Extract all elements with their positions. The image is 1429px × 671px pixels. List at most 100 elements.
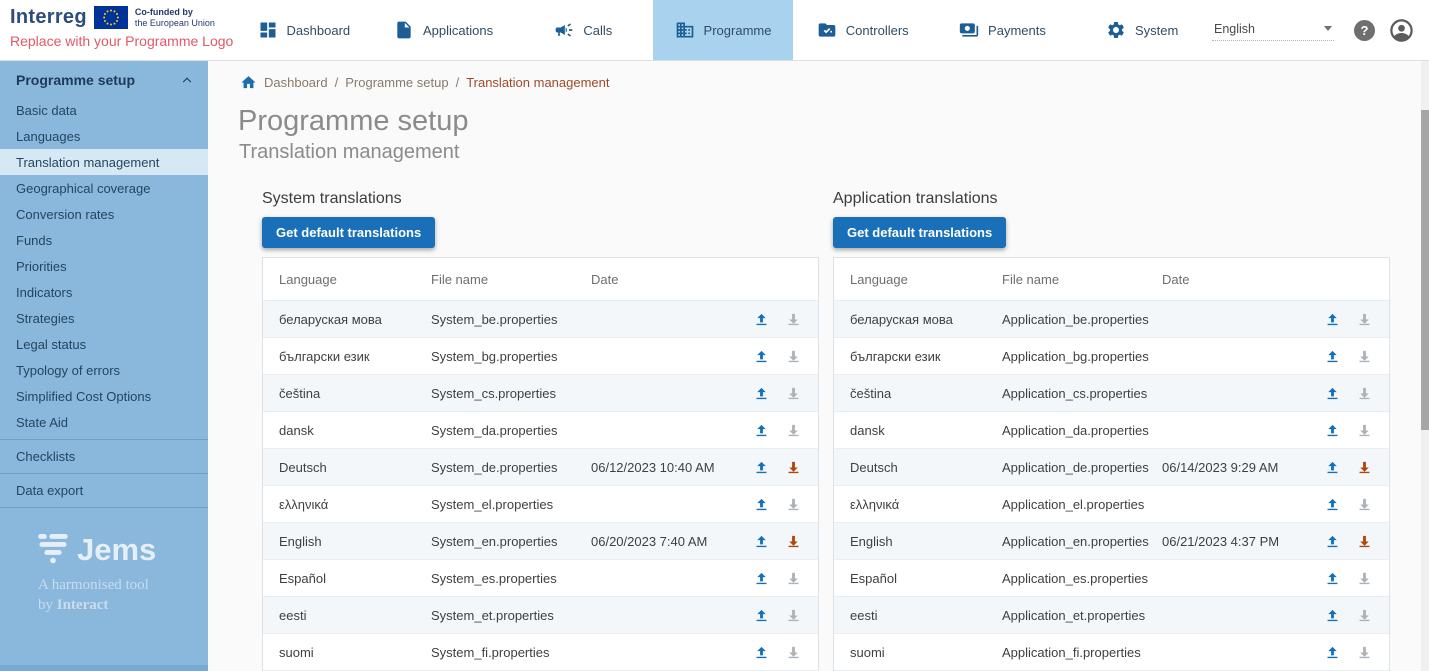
upload-button[interactable] xyxy=(1324,385,1341,402)
upload-button[interactable] xyxy=(753,496,770,513)
download-icon xyxy=(785,607,802,624)
sidebar-item-translation-management[interactable]: Translation management xyxy=(0,149,208,175)
breadcrumb-item[interactable]: Dashboard xyxy=(264,75,328,90)
nav-item-calls[interactable]: Calls xyxy=(513,0,653,60)
language-selector[interactable]: English xyxy=(1212,20,1334,41)
sidebar-item-data-export[interactable]: Data export xyxy=(0,473,208,507)
vertical-scrollbar[interactable] xyxy=(1421,61,1429,671)
nav-item-controllers[interactable]: Controllers xyxy=(793,0,933,60)
upload-button[interactable] xyxy=(753,644,770,661)
eu-flag-icon xyxy=(94,6,128,29)
download-button xyxy=(1356,385,1373,402)
download-button[interactable] xyxy=(1356,533,1373,550)
download-button xyxy=(785,607,802,624)
sidebar-item-strategies[interactable]: Strategies xyxy=(0,305,208,331)
upload-button[interactable] xyxy=(753,459,770,476)
sidebar-item-typology-of-errors[interactable]: Typology of errors xyxy=(0,357,208,383)
scrollbar-thumb[interactable] xyxy=(1421,110,1429,430)
breadcrumb-item[interactable]: Programme setup xyxy=(345,75,448,90)
cell-file-name: System_cs.properties xyxy=(431,386,591,401)
download-button[interactable] xyxy=(785,459,802,476)
nav-item-dashboard[interactable]: Dashboard xyxy=(234,0,374,60)
section-title: Application translations xyxy=(833,190,1390,208)
column-header-file-name: File name xyxy=(1002,272,1162,287)
cell-file-name: Application_bg.properties xyxy=(1002,349,1162,364)
upload-button[interactable] xyxy=(753,570,770,587)
cell-actions xyxy=(1299,570,1389,587)
calls-icon xyxy=(554,20,574,40)
download-icon xyxy=(1356,385,1373,402)
sidebar-item-checklists[interactable]: Checklists xyxy=(0,439,208,473)
nav-item-programme[interactable]: Programme xyxy=(653,0,793,60)
download-button xyxy=(1356,311,1373,328)
cell-actions xyxy=(728,311,818,328)
upload-button[interactable] xyxy=(1324,422,1341,439)
cell-file-name: System_fi.properties xyxy=(431,645,591,660)
get-default-translations-button[interactable]: Get default translations xyxy=(262,217,435,248)
user-menu-button[interactable] xyxy=(1388,17,1415,44)
upload-icon xyxy=(753,496,770,513)
upload-icon xyxy=(1324,644,1341,661)
table-row: suomiApplication_fi.properties xyxy=(834,633,1389,670)
nav-item-applications[interactable]: Applications xyxy=(374,0,514,60)
sidebar-section-header[interactable]: Programme setup xyxy=(0,61,208,97)
download-icon xyxy=(1356,644,1373,661)
upload-button[interactable] xyxy=(1324,607,1341,624)
sidebar-item-state-aid[interactable]: State Aid xyxy=(0,409,208,435)
sidebar-item-languages[interactable]: Languages xyxy=(0,123,208,149)
upload-button[interactable] xyxy=(1324,533,1341,550)
sidebar-item-basic-data[interactable]: Basic data xyxy=(0,97,208,123)
cell-language: dansk xyxy=(834,423,1002,438)
sidebar-item-funds[interactable]: Funds xyxy=(0,227,208,253)
cell-language: български език xyxy=(834,349,1002,364)
download-button[interactable] xyxy=(1356,459,1373,476)
breadcrumb: Dashboard/Programme setup/Translation ma… xyxy=(240,74,1421,91)
download-button[interactable] xyxy=(785,533,802,550)
upload-button[interactable] xyxy=(753,607,770,624)
cell-language: ελληνικά xyxy=(263,497,431,512)
cell-actions xyxy=(728,644,818,661)
language-selector-value: English xyxy=(1214,22,1255,36)
table-row: suomiSystem_fi.properties xyxy=(263,633,818,670)
sidebar-item-simplified-cost-options[interactable]: Simplified Cost Options xyxy=(0,383,208,409)
home-icon[interactable] xyxy=(240,74,257,91)
help-button[interactable]: ? xyxy=(1354,20,1375,41)
upload-button[interactable] xyxy=(1324,644,1341,661)
main-content: Dashboard/Programme setup/Translation ma… xyxy=(208,61,1421,671)
nav-item-system[interactable]: System xyxy=(1072,0,1212,60)
upload-icon xyxy=(753,533,770,550)
upload-button[interactable] xyxy=(1324,570,1341,587)
upload-button[interactable] xyxy=(753,311,770,328)
sidebar-item-priorities[interactable]: Priorities xyxy=(0,253,208,279)
upload-button[interactable] xyxy=(1324,311,1341,328)
sidebar-item-geographical-coverage[interactable]: Geographical coverage xyxy=(0,175,208,201)
table-row: български езикSystem_bg.properties xyxy=(263,337,818,374)
cell-language: English xyxy=(263,534,431,549)
table-row: DeutschApplication_de.properties06/14/20… xyxy=(834,448,1389,485)
applications-icon xyxy=(394,20,414,40)
upload-button[interactable] xyxy=(1324,496,1341,513)
nav-item-payments[interactable]: Payments xyxy=(933,0,1073,60)
column-header-date: Date xyxy=(591,272,728,287)
cell-actions xyxy=(728,348,818,365)
upload-button[interactable] xyxy=(753,385,770,402)
download-button xyxy=(1356,607,1373,624)
programme-logo: Interreg Co-funded bythe European Union … xyxy=(0,0,234,60)
upload-button[interactable] xyxy=(753,533,770,550)
breadcrumb-item[interactable]: Translation management xyxy=(466,75,609,90)
upload-icon xyxy=(1324,570,1341,587)
upload-button[interactable] xyxy=(1324,348,1341,365)
table-row: ελληνικάSystem_el.properties xyxy=(263,485,818,522)
sidebar-item-conversion-rates[interactable]: Conversion rates xyxy=(0,201,208,227)
get-default-translations-button[interactable]: Get default translations xyxy=(833,217,1006,248)
sidebar-item-legal-status[interactable]: Legal status xyxy=(0,331,208,357)
sidebar-item-indicators[interactable]: Indicators xyxy=(0,279,208,305)
upload-button[interactable] xyxy=(753,348,770,365)
nav-item-label: System xyxy=(1135,23,1178,38)
cell-actions xyxy=(1299,644,1389,661)
upload-button[interactable] xyxy=(1324,459,1341,476)
download-icon xyxy=(785,311,802,328)
upload-button[interactable] xyxy=(753,422,770,439)
upload-icon xyxy=(753,422,770,439)
cell-language: suomi xyxy=(834,645,1002,660)
